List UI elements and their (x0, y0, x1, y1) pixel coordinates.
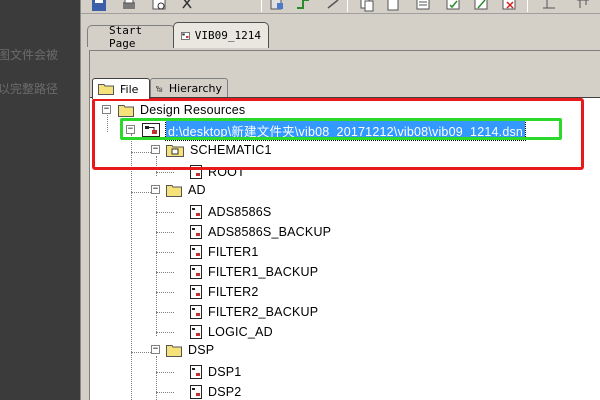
tab-label: VIB09_1214 (194, 29, 261, 42)
tab-start-page[interactable]: Start Page (87, 23, 175, 50)
tab-label: File (120, 82, 139, 96)
arrow-icon[interactable] (325, 0, 341, 12)
hierarchy-icon (156, 85, 163, 92)
tree-node-label: DSP2 (208, 385, 242, 399)
tree-node-label: FILTER1 (208, 245, 259, 259)
tree-node-page[interactable]: ADS8586S (190, 203, 271, 221)
tree-node-label: ADS8586S_BACKUP (208, 225, 332, 239)
tree-node-label: FILTER2_BACKUP (208, 305, 319, 319)
drc-icon[interactable] (445, 0, 461, 12)
preview-icon[interactable] (151, 0, 167, 12)
tree-node-page[interactable]: ADS8586S_BACKUP (190, 223, 331, 241)
tree-node-page[interactable]: DSP1 (190, 363, 241, 381)
tree-node-label: ADS8586S (208, 205, 272, 219)
tree-node-label: FILTER1_BACKUP (208, 265, 319, 279)
tree-node-label: FILTER2 (208, 285, 259, 299)
align-top-icon[interactable] (575, 0, 591, 12)
tree-node-label: DSP (188, 343, 215, 357)
tree-node-page[interactable]: FILTER1_BACKUP (190, 263, 318, 281)
netlist-icon[interactable] (415, 0, 431, 12)
align-icon[interactable] (541, 0, 557, 12)
folder-icon (166, 184, 182, 197)
page-icon (190, 245, 202, 259)
background-text-line: 以完整路径 (0, 82, 59, 96)
place-part-icon[interactable] (269, 0, 285, 12)
page-icon (190, 365, 202, 379)
page-icon (190, 265, 202, 279)
orcad-capture-window: Start Page VIB09_1214 File Hierarchy − D… (80, 0, 600, 400)
place-wire-icon[interactable] (295, 0, 311, 12)
tab-label: Start Page (109, 23, 143, 50)
tree-node-label: AD (188, 183, 206, 197)
page-icon (190, 385, 202, 399)
tree-node-page[interactable]: FILTER2_BACKUP (190, 303, 318, 321)
highlight-box-green (120, 118, 562, 140)
delete-icon[interactable] (501, 0, 517, 12)
toolbar (81, 0, 600, 14)
tab-file[interactable]: File (92, 78, 150, 99)
folder-icon (166, 344, 182, 357)
tree-node-page[interactable]: LOGIC_AD (190, 323, 273, 341)
tab-label: Hierarchy (168, 82, 222, 95)
background-window: 图文件会被 以完整路径 (0, 0, 80, 400)
copy-icon[interactable] (359, 0, 375, 12)
cut-icon[interactable] (179, 0, 195, 12)
page-icon (190, 225, 202, 239)
paste-icon[interactable] (385, 0, 401, 12)
page-icon (190, 285, 202, 299)
edit-icon[interactable] (473, 0, 489, 12)
tree-node-label: DSP1 (208, 365, 242, 379)
print-icon[interactable] (121, 0, 137, 12)
tab-hierarchy[interactable]: Hierarchy (150, 78, 228, 98)
collapse-toggle[interactable]: − (151, 345, 160, 354)
tree-node-page[interactable]: DSP2 (190, 383, 241, 400)
project-manager-panel: File Hierarchy − Design Resources − d:\d… (89, 50, 600, 400)
page-icon (190, 205, 202, 219)
page-icon (190, 325, 202, 339)
project-icon (181, 31, 190, 40)
tree-node-page[interactable]: FILTER1 (190, 243, 259, 261)
document-tab-bar: Start Page VIB09_1214 (81, 18, 600, 50)
panel-tab-bar: File Hierarchy (90, 78, 600, 99)
tab-vib09-1214[interactable]: VIB09_1214 (173, 22, 269, 48)
background-text-line: 图文件会被 (0, 48, 59, 62)
tree-node-page[interactable]: FILTER2 (190, 283, 259, 301)
collapse-toggle[interactable]: − (151, 185, 160, 194)
tree-node-label: LOGIC_AD (208, 325, 273, 339)
folder-icon (98, 84, 114, 95)
project-tree: − Design Resources − d:\desktop\新建文件夹\vi… (90, 97, 600, 400)
tree-node-folder[interactable]: DSP (166, 341, 214, 359)
tree-node-folder[interactable]: AD (166, 181, 206, 199)
page-icon (190, 305, 202, 319)
save-icon[interactable] (91, 0, 107, 12)
